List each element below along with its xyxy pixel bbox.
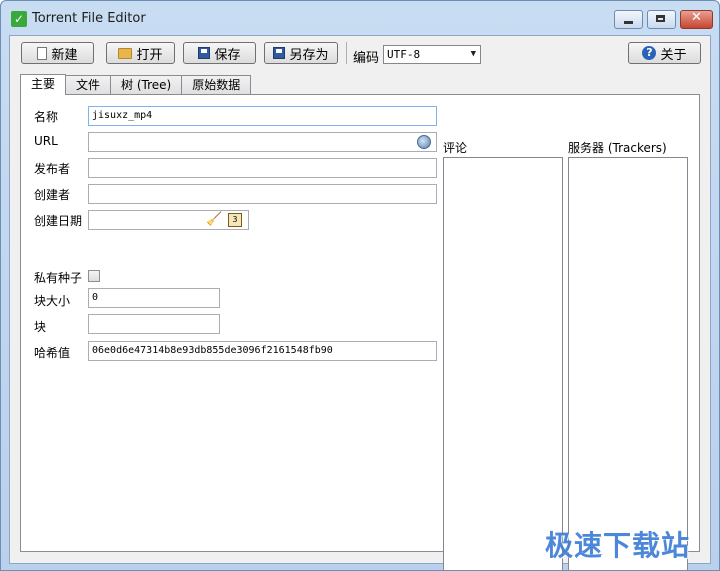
caption-buttons: ✕ <box>614 10 713 29</box>
save-as-button[interactable]: 另存为 <box>264 42 338 64</box>
app-window: ✓ Torrent File Editor ✕ 新建 打开 保存 另存为 编码 … <box>0 0 720 571</box>
close-icon: ✕ <box>691 10 702 25</box>
save-button[interactable]: 保存 <box>183 42 256 64</box>
comment-textarea[interactable] <box>443 157 563 570</box>
save-disk-icon <box>198 47 211 59</box>
app-icon: ✓ <box>11 11 27 27</box>
piece-size-field[interactable]: 0 <box>88 288 220 308</box>
client-area: 新建 打开 保存 另存为 编码 UTF-8 ▼ ? 关于 主要 文件 树 (Tr… <box>9 35 711 570</box>
trackers-textarea[interactable] <box>568 157 688 570</box>
tab-raw-data[interactable]: 原始数据 <box>181 75 252 94</box>
save-as-disk-icon <box>273 47 286 59</box>
save-as-button-label: 另存为 <box>289 47 329 63</box>
new-document-icon <box>37 46 48 60</box>
maximize-icon <box>656 15 665 22</box>
title-bar[interactable]: ✓ Torrent File Editor ✕ <box>1 1 719 35</box>
close-button[interactable]: ✕ <box>680 10 713 29</box>
publisher-label: 发布者 <box>34 162 71 176</box>
url-field[interactable] <box>88 132 437 152</box>
hash-label: 哈希值 <box>34 346 71 360</box>
toolbar-separator <box>346 42 347 64</box>
maximize-button[interactable] <box>647 10 676 29</box>
new-button[interactable]: 新建 <box>21 42 94 64</box>
toolbar: 新建 打开 保存 另存为 编码 UTF-8 ▼ ? 关于 <box>10 36 710 72</box>
name-field[interactable]: jisuxz_mp4 <box>88 106 437 126</box>
about-button-label: 关于 <box>660 47 687 63</box>
name-label: 名称 <box>34 110 59 124</box>
globe-icon[interactable] <box>417 135 431 149</box>
new-button-label: 新建 <box>51 47 78 63</box>
open-button-label: 打开 <box>136 47 163 63</box>
pieces-label: 块 <box>34 320 47 334</box>
encoding-label: 编码 <box>353 51 380 66</box>
about-button[interactable]: ? 关于 <box>628 42 701 64</box>
calendar-icon[interactable]: 3 <box>228 213 242 227</box>
minimize-icon <box>624 21 633 24</box>
chevron-down-icon: ▼ <box>470 49 476 59</box>
publisher-field[interactable] <box>88 158 437 178</box>
creator-field[interactable] <box>88 184 437 204</box>
tab-files[interactable]: 文件 <box>65 75 112 94</box>
creation-date-label: 创建日期 <box>34 214 83 228</box>
site-watermark: 极速下载站 <box>545 529 691 562</box>
pieces-field[interactable] <box>88 314 220 334</box>
help-icon: ? <box>642 46 657 60</box>
clear-broom-icon[interactable]: 🧹 <box>206 213 222 227</box>
tab-main[interactable]: 主要 <box>20 74 67 95</box>
window-title: Torrent File Editor <box>32 11 146 26</box>
tab-bar: 主要 文件 树 (Tree) 原始数据 <box>20 74 252 95</box>
folder-icon <box>118 47 133 59</box>
encoding-select[interactable]: UTF-8 ▼ <box>383 45 481 64</box>
comment-label: 评论 <box>443 141 468 155</box>
hash-field[interactable]: 06e0d6e47314b8e93db855de3096f2161548fb90 <box>88 341 437 361</box>
creator-label: 创建者 <box>34 188 71 202</box>
piece-size-label: 块大小 <box>34 294 71 308</box>
minimize-button[interactable] <box>614 10 643 29</box>
tab-tree[interactable]: 树 (Tree) <box>110 75 183 94</box>
creation-date-field[interactable]: 🧹 3 <box>88 210 249 230</box>
private-torrent-label: 私有种子 <box>34 271 83 285</box>
url-label: URL <box>34 134 58 148</box>
encoding-value: UTF-8 <box>387 48 421 61</box>
open-button[interactable]: 打开 <box>106 42 175 64</box>
private-torrent-checkbox[interactable] <box>88 270 100 282</box>
main-tab-panel: 名称 jisuxz_mp4 URL 发布者 创建者 创建日期 🧹 3 私有种子 … <box>20 94 700 570</box>
save-button-label: 保存 <box>214 47 241 63</box>
trackers-label: 服务器 (Trackers) <box>568 141 667 155</box>
